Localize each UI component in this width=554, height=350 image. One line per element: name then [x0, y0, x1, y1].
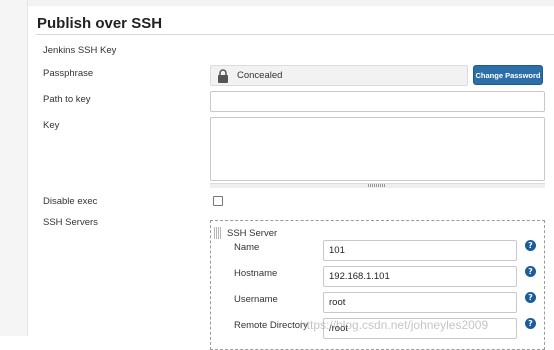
left-gutter [0, 0, 28, 336]
server-name-input[interactable]: 101 [323, 240, 517, 261]
path-to-key-input[interactable] [210, 91, 545, 112]
help-icon-name[interactable]: ? [525, 240, 536, 251]
help-icon-username[interactable]: ? [525, 292, 536, 303]
disable-exec-checkbox[interactable] [213, 196, 223, 206]
passphrase-field: Concealed [210, 65, 468, 86]
disable-exec-label: Disable exec [43, 196, 98, 207]
passphrase-label: Passphrase [43, 68, 94, 79]
hostname-input[interactable]: 192.168.1.101 [323, 266, 517, 287]
lock-icon [218, 69, 228, 83]
passphrase-value: Concealed [237, 70, 283, 81]
drag-handle-icon[interactable] [214, 227, 222, 239]
top-strip [28, 0, 554, 6]
key-textarea[interactable] [210, 117, 545, 181]
server-name-label: Name [234, 242, 260, 253]
username-label: Username [234, 294, 278, 305]
jenkins-ssh-key-label: Jenkins SSH Key [43, 45, 117, 56]
hostname-label: Hostname [234, 268, 278, 279]
textarea-resize-bar[interactable] [210, 183, 545, 188]
help-icon-remote-directory[interactable]: ? [525, 318, 536, 329]
help-icon-hostname[interactable]: ? [525, 266, 536, 277]
ssh-servers-label: SSH Servers [43, 217, 98, 228]
remote-directory-label: Remote Directory [234, 320, 308, 331]
key-label: Key [43, 120, 60, 131]
section-title: Publish over SSH [37, 15, 163, 32]
username-input[interactable]: root [323, 292, 517, 313]
section-divider [36, 34, 554, 35]
ssh-server-header: SSH Server [227, 228, 278, 239]
path-to-key-label: Path to key [43, 94, 91, 105]
resize-grip-icon[interactable] [368, 184, 386, 187]
change-password-button[interactable]: Change Password [473, 65, 543, 85]
watermark: https://blog.csdn.net/johneyles2009 [300, 318, 489, 332]
